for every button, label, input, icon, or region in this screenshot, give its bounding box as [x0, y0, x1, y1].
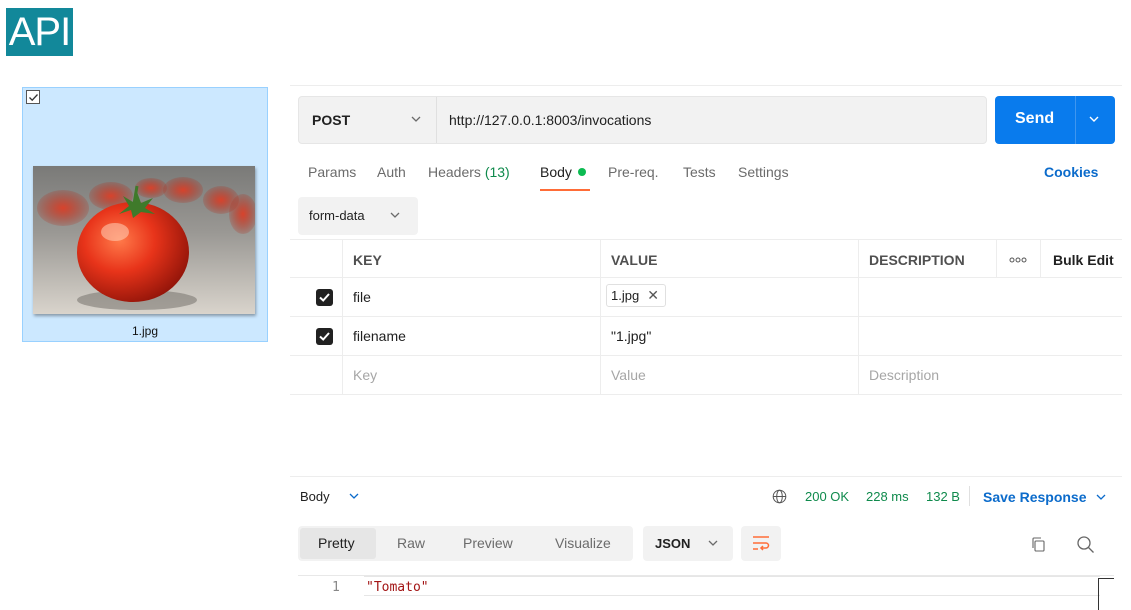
- tab-pretty[interactable]: Pretty: [318, 535, 355, 551]
- description-cell[interactable]: [858, 278, 1122, 316]
- tab-pre-request[interactable]: Pre-req.: [608, 164, 659, 180]
- save-response-button[interactable]: Save Response: [983, 489, 1087, 505]
- response-body-toggle[interactable]: Body: [300, 489, 330, 504]
- active-tab-indicator: [540, 189, 590, 191]
- copy-icon[interactable]: [1030, 536, 1046, 553]
- tab-visualize[interactable]: Visualize: [555, 535, 611, 551]
- description-input[interactable]: Description: [858, 356, 1122, 394]
- method-select[interactable]: POST: [299, 97, 437, 143]
- chevron-down-icon[interactable]: [1096, 494, 1106, 500]
- bulk-edit-label: Bulk Edit: [1053, 252, 1114, 268]
- api-badge: API: [6, 8, 73, 56]
- row-check-cell: [290, 278, 342, 316]
- key-cell[interactable]: filename: [342, 317, 600, 355]
- table-header-row: KEY VALUE DESCRIPTION Bulk Edit: [290, 239, 1122, 278]
- divider: [969, 486, 970, 506]
- scrollbar[interactable]: [1098, 578, 1114, 610]
- value-placeholder: Value: [611, 367, 646, 383]
- tab-auth[interactable]: Auth: [377, 164, 406, 180]
- file-tile[interactable]: 1.jpg: [22, 87, 268, 342]
- form-data-table: KEY VALUE DESCRIPTION Bulk Edit file 1.j…: [290, 239, 1122, 395]
- body-mode-label: form-data: [309, 208, 365, 223]
- tab-tests[interactable]: Tests: [683, 164, 716, 180]
- wrap-lines-button[interactable]: [741, 526, 781, 561]
- value-cell[interactable]: 1.jpg ✕: [600, 278, 858, 316]
- row-check-cell: [290, 356, 342, 394]
- tomato-thumbnail: [33, 166, 255, 314]
- line-number: 1: [332, 580, 340, 595]
- tab-settings[interactable]: Settings: [738, 164, 789, 180]
- header-cell: [290, 240, 342, 277]
- response-view-tabs: Pretty Raw Preview Visualize: [298, 526, 633, 561]
- cookies-link[interactable]: Cookies: [1044, 164, 1098, 180]
- chevron-down-icon: [411, 116, 421, 122]
- send-label: Send: [1015, 110, 1055, 127]
- headers-count: (13): [484, 164, 510, 180]
- description-cell[interactable]: [858, 317, 1122, 355]
- format-label: JSON: [655, 536, 691, 551]
- code-text: "Tomato": [366, 580, 429, 595]
- more-icon: [1009, 257, 1027, 263]
- more-options-button[interactable]: [996, 240, 1040, 277]
- body-mode-select[interactable]: form-data: [298, 197, 418, 235]
- value-cell[interactable]: "1.jpg": [600, 317, 858, 355]
- row-checkbox[interactable]: [316, 289, 333, 306]
- chevron-down-icon: [390, 212, 400, 218]
- response-format-select[interactable]: JSON: [643, 526, 733, 561]
- divider: [290, 476, 1122, 477]
- table-row-empty: Key Value Description: [290, 356, 1122, 395]
- wrap-lines-icon: [753, 536, 770, 551]
- description-placeholder: Description: [869, 367, 940, 383]
- header-cell: KEY: [342, 240, 600, 277]
- url-input[interactable]: http://127.0.0.1:8003/invocations: [449, 112, 651, 128]
- tab-params[interactable]: Params: [308, 164, 356, 180]
- response-time[interactable]: 228 ms: [866, 489, 909, 504]
- status-code[interactable]: 200 OK: [805, 489, 849, 504]
- file-name-label: 1.jpg: [131, 324, 159, 338]
- file-chip: 1.jpg ✕: [606, 284, 666, 307]
- chevron-down-icon[interactable]: [349, 493, 359, 499]
- send-button[interactable]: Send: [995, 96, 1115, 144]
- tab-headers[interactable]: Headers (13): [428, 164, 510, 180]
- body-active-dot-icon: [577, 168, 586, 176]
- description-header: DESCRIPTION: [869, 252, 965, 268]
- file-chip-label: 1.jpg: [611, 288, 640, 303]
- tab-preview[interactable]: Preview: [463, 535, 513, 551]
- key-cell[interactable]: file: [342, 278, 600, 316]
- request-url-bar: POST http://127.0.0.1:8003/invocations: [298, 96, 987, 144]
- key-header: KEY: [353, 252, 382, 268]
- file-select-checkbox[interactable]: [26, 90, 40, 104]
- header-cell: DESCRIPTION: [858, 240, 996, 277]
- close-icon[interactable]: ✕: [647, 287, 659, 303]
- row-check-cell: [290, 317, 342, 355]
- chevron-down-icon[interactable]: [1089, 116, 1099, 122]
- search-icon[interactable]: [1076, 535, 1095, 554]
- value-text: "1.jpg": [611, 328, 652, 344]
- key-input[interactable]: Key: [342, 356, 600, 394]
- tab-body-label: Body: [540, 164, 572, 180]
- chevron-down-icon: [708, 540, 718, 546]
- globe-icon[interactable]: [772, 489, 787, 504]
- value-input[interactable]: Value: [600, 356, 858, 394]
- header-cell: VALUE: [600, 240, 858, 277]
- code-line: "Tomato": [364, 576, 1100, 596]
- key-text: filename: [353, 328, 406, 344]
- tab-headers-label: Headers: [428, 164, 481, 180]
- send-split-divider: [1075, 96, 1076, 144]
- response-code-viewer[interactable]: 1 "Tomato": [298, 575, 1114, 610]
- tab-body[interactable]: Body: [540, 164, 586, 180]
- response-size[interactable]: 132 B: [926, 489, 960, 504]
- value-header: VALUE: [611, 252, 658, 268]
- tab-raw[interactable]: Raw: [397, 535, 425, 551]
- divider: [290, 85, 1122, 86]
- method-label: POST: [312, 112, 351, 128]
- row-checkbox[interactable]: [316, 328, 333, 345]
- key-text: file: [353, 289, 371, 305]
- key-placeholder: Key: [353, 367, 378, 383]
- table-row: file 1.jpg ✕: [290, 278, 1122, 317]
- bulk-edit-button[interactable]: Bulk Edit: [1040, 240, 1122, 277]
- table-row: filename "1.jpg": [290, 317, 1122, 356]
